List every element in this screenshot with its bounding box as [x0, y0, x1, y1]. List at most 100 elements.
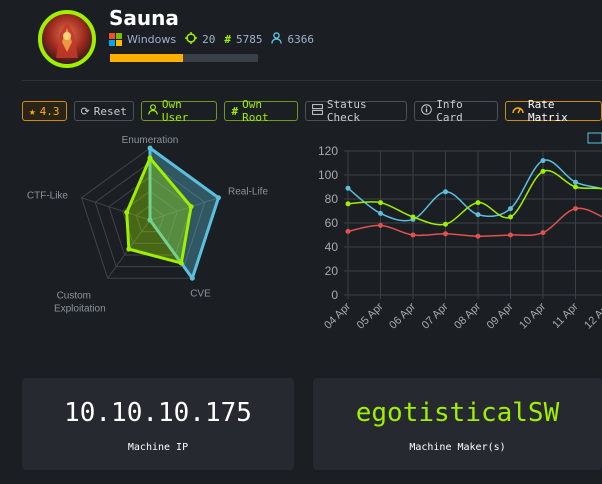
y-tick-label: 0 — [331, 288, 338, 302]
radar-point — [147, 155, 153, 161]
line-point — [508, 232, 513, 238]
line-point — [443, 189, 448, 195]
line-point — [540, 168, 546, 174]
line-series — [345, 158, 602, 239]
server-icon — [312, 104, 323, 118]
line-point — [345, 201, 351, 207]
radar-point — [126, 246, 132, 252]
radar-axis-label: Custom Exploitation — [54, 290, 106, 314]
line-point — [540, 158, 546, 164]
machine-maker-panel: egotisticalSW Machine Maker(s) — [313, 378, 602, 470]
completion-progress-bar — [110, 54, 258, 62]
rate-matrix-label: Rate Matrix — [527, 98, 568, 124]
action-toolbar: ★ 4.3 ⟳ Reset Own User # Own Root Status… — [22, 98, 602, 124]
radar-point — [178, 260, 184, 266]
line-point — [573, 179, 578, 185]
x-tick-label: 06 Apr — [387, 300, 418, 331]
machine-maker-caption: Machine Maker(s) — [409, 442, 506, 453]
radar-point — [189, 275, 195, 281]
rating-button[interactable]: ★ 4.3 — [22, 101, 67, 121]
own-user-button[interactable]: Own User — [140, 98, 218, 124]
x-tick-label: 05 Apr — [355, 300, 386, 331]
radar-axis-label: Enumeration — [122, 135, 179, 146]
activity-line-chart: 02040608010012004 Apr 05 Apr 06 Apr 07 Apr 0… — [318, 132, 602, 332]
y-tick-label: 80 — [325, 192, 339, 206]
rate-matrix-button[interactable]: Rate Matrix — [504, 98, 602, 124]
line-point — [345, 228, 351, 234]
line-point — [410, 214, 416, 220]
y-tick-label: 100 — [318, 168, 338, 182]
header-divider — [22, 80, 602, 81]
owns-value: 5785 — [235, 33, 263, 46]
hash-icon: # — [231, 104, 239, 118]
line-point — [443, 231, 448, 237]
machine-ip-panel: 10.10.10.175 Machine IP — [22, 378, 294, 470]
line-point — [573, 206, 578, 212]
y-tick-label: 120 — [318, 144, 338, 158]
windows-icon — [109, 33, 122, 46]
machine-name: Sauna — [109, 6, 179, 30]
line-point — [540, 230, 546, 236]
x-tick-label: 07 Apr — [420, 300, 451, 331]
reset-label: Reset — [93, 104, 127, 118]
gauge-icon — [512, 104, 524, 118]
x-tick-label: 11 Apr — [550, 300, 581, 331]
line-point — [475, 212, 481, 218]
radar-point — [147, 145, 153, 151]
user-outline-icon — [148, 104, 158, 118]
line-series-path — [347, 159, 602, 222]
status-check-button[interactable]: Status Check — [304, 98, 408, 124]
radar-series — [124, 145, 221, 281]
legend-box[interactable] — [587, 132, 602, 144]
x-tick-label: 04 Apr — [322, 300, 353, 331]
line-point — [475, 200, 481, 206]
reset-button[interactable]: ⟳ Reset — [73, 101, 134, 121]
own-root-label: Own Root — [242, 98, 269, 124]
line-point — [508, 214, 513, 220]
radar-axis-label: Real-Life — [228, 187, 268, 198]
y-tick-label: 20 — [325, 264, 339, 278]
points-value: 20 — [202, 33, 216, 46]
info-icon — [421, 104, 433, 118]
line-point — [475, 233, 481, 239]
y-tick-label: 60 — [325, 216, 339, 230]
refresh-icon: ⟳ — [80, 104, 90, 118]
star-icon: ★ — [29, 104, 36, 118]
machine-ip-caption: Machine IP — [127, 442, 189, 453]
own-user-label: Own User — [161, 98, 189, 124]
radar-point — [188, 204, 194, 210]
own-root-button[interactable]: # Own Root — [224, 98, 298, 124]
radar-point — [124, 209, 130, 215]
avatar-image — [56, 22, 78, 58]
x-tick-label: 09 Apr — [485, 300, 516, 331]
crosshair-icon — [185, 32, 198, 47]
os-label: Windows — [127, 33, 177, 46]
info-card-label: Info Card — [436, 98, 463, 124]
x-tick-label: 08 Apr — [452, 300, 483, 331]
rate-matrix-radar-chart: Enumeration Real-Life CVE Custom Exploitatio… — [27, 135, 269, 314]
x-tick-label: 10 Apr — [517, 300, 548, 331]
x-tick-label: 12 Apr — [582, 300, 602, 331]
line-point — [345, 185, 351, 191]
line-point — [508, 206, 513, 212]
machine-meta: Windows 20 # 5785 6366 — [109, 32, 314, 47]
line-point — [378, 210, 383, 216]
line-point — [410, 232, 416, 238]
machine-ip-value[interactable]: 10.10.10.175 — [22, 398, 294, 428]
line-point — [573, 184, 578, 190]
line-point — [443, 221, 448, 227]
line-labels: 02040608010012004 Apr 05 Apr 06 Apr 07 Apr 0… — [318, 144, 602, 332]
users-value: 6366 — [287, 33, 314, 46]
status-check-label: Status Check — [326, 98, 367, 124]
machine-avatar — [38, 10, 96, 68]
line-point — [378, 222, 383, 228]
radar-point — [215, 195, 221, 201]
info-card-button[interactable]: Info Card — [414, 98, 498, 124]
radar-axis-label: CVE — [190, 288, 211, 299]
hash-icon: # — [224, 33, 231, 46]
radar-axis-label: CTF-Like — [27, 191, 69, 202]
y-tick-label: 40 — [325, 240, 339, 254]
machine-maker-value[interactable]: egotisticalSW — [313, 398, 602, 428]
completion-progress-fill — [110, 54, 183, 62]
rating-value: 4.3 — [39, 104, 60, 118]
